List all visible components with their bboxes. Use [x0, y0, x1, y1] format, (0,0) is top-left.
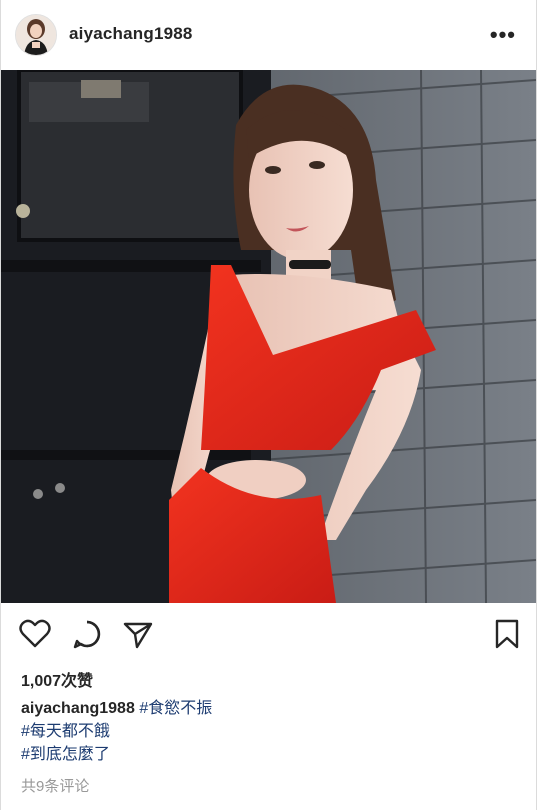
heart-icon[interactable]	[19, 619, 51, 654]
hashtag-link[interactable]: #到底怎麼了	[21, 743, 212, 766]
comment-bubble-icon[interactable]	[72, 619, 102, 654]
post-username[interactable]: aiyachang1988	[69, 24, 193, 44]
avatar[interactable]	[15, 14, 57, 56]
post-header: aiyachang1988 •••	[1, 0, 536, 70]
paper-plane-icon[interactable]	[123, 621, 153, 654]
view-comments-link[interactable]: 共9条评论	[21, 775, 89, 796]
caption-username[interactable]: aiyachang1988	[21, 700, 135, 717]
hashtag-link[interactable]: #食慾不振	[139, 700, 212, 717]
post-photo[interactable]	[1, 70, 536, 603]
hashtag-link[interactable]: #每天都不餓	[21, 720, 212, 743]
more-options-icon[interactable]: •••	[490, 22, 516, 48]
caption: aiyachang1988 #食慾不振 #每天都不餓 #到底怎麼了	[21, 697, 212, 766]
bookmark-icon[interactable]	[495, 619, 519, 654]
avatar-image	[16, 15, 56, 55]
like-count[interactable]: 1,007次赞	[21, 667, 93, 691]
action-bar	[1, 603, 536, 663]
post-image	[1, 70, 536, 603]
